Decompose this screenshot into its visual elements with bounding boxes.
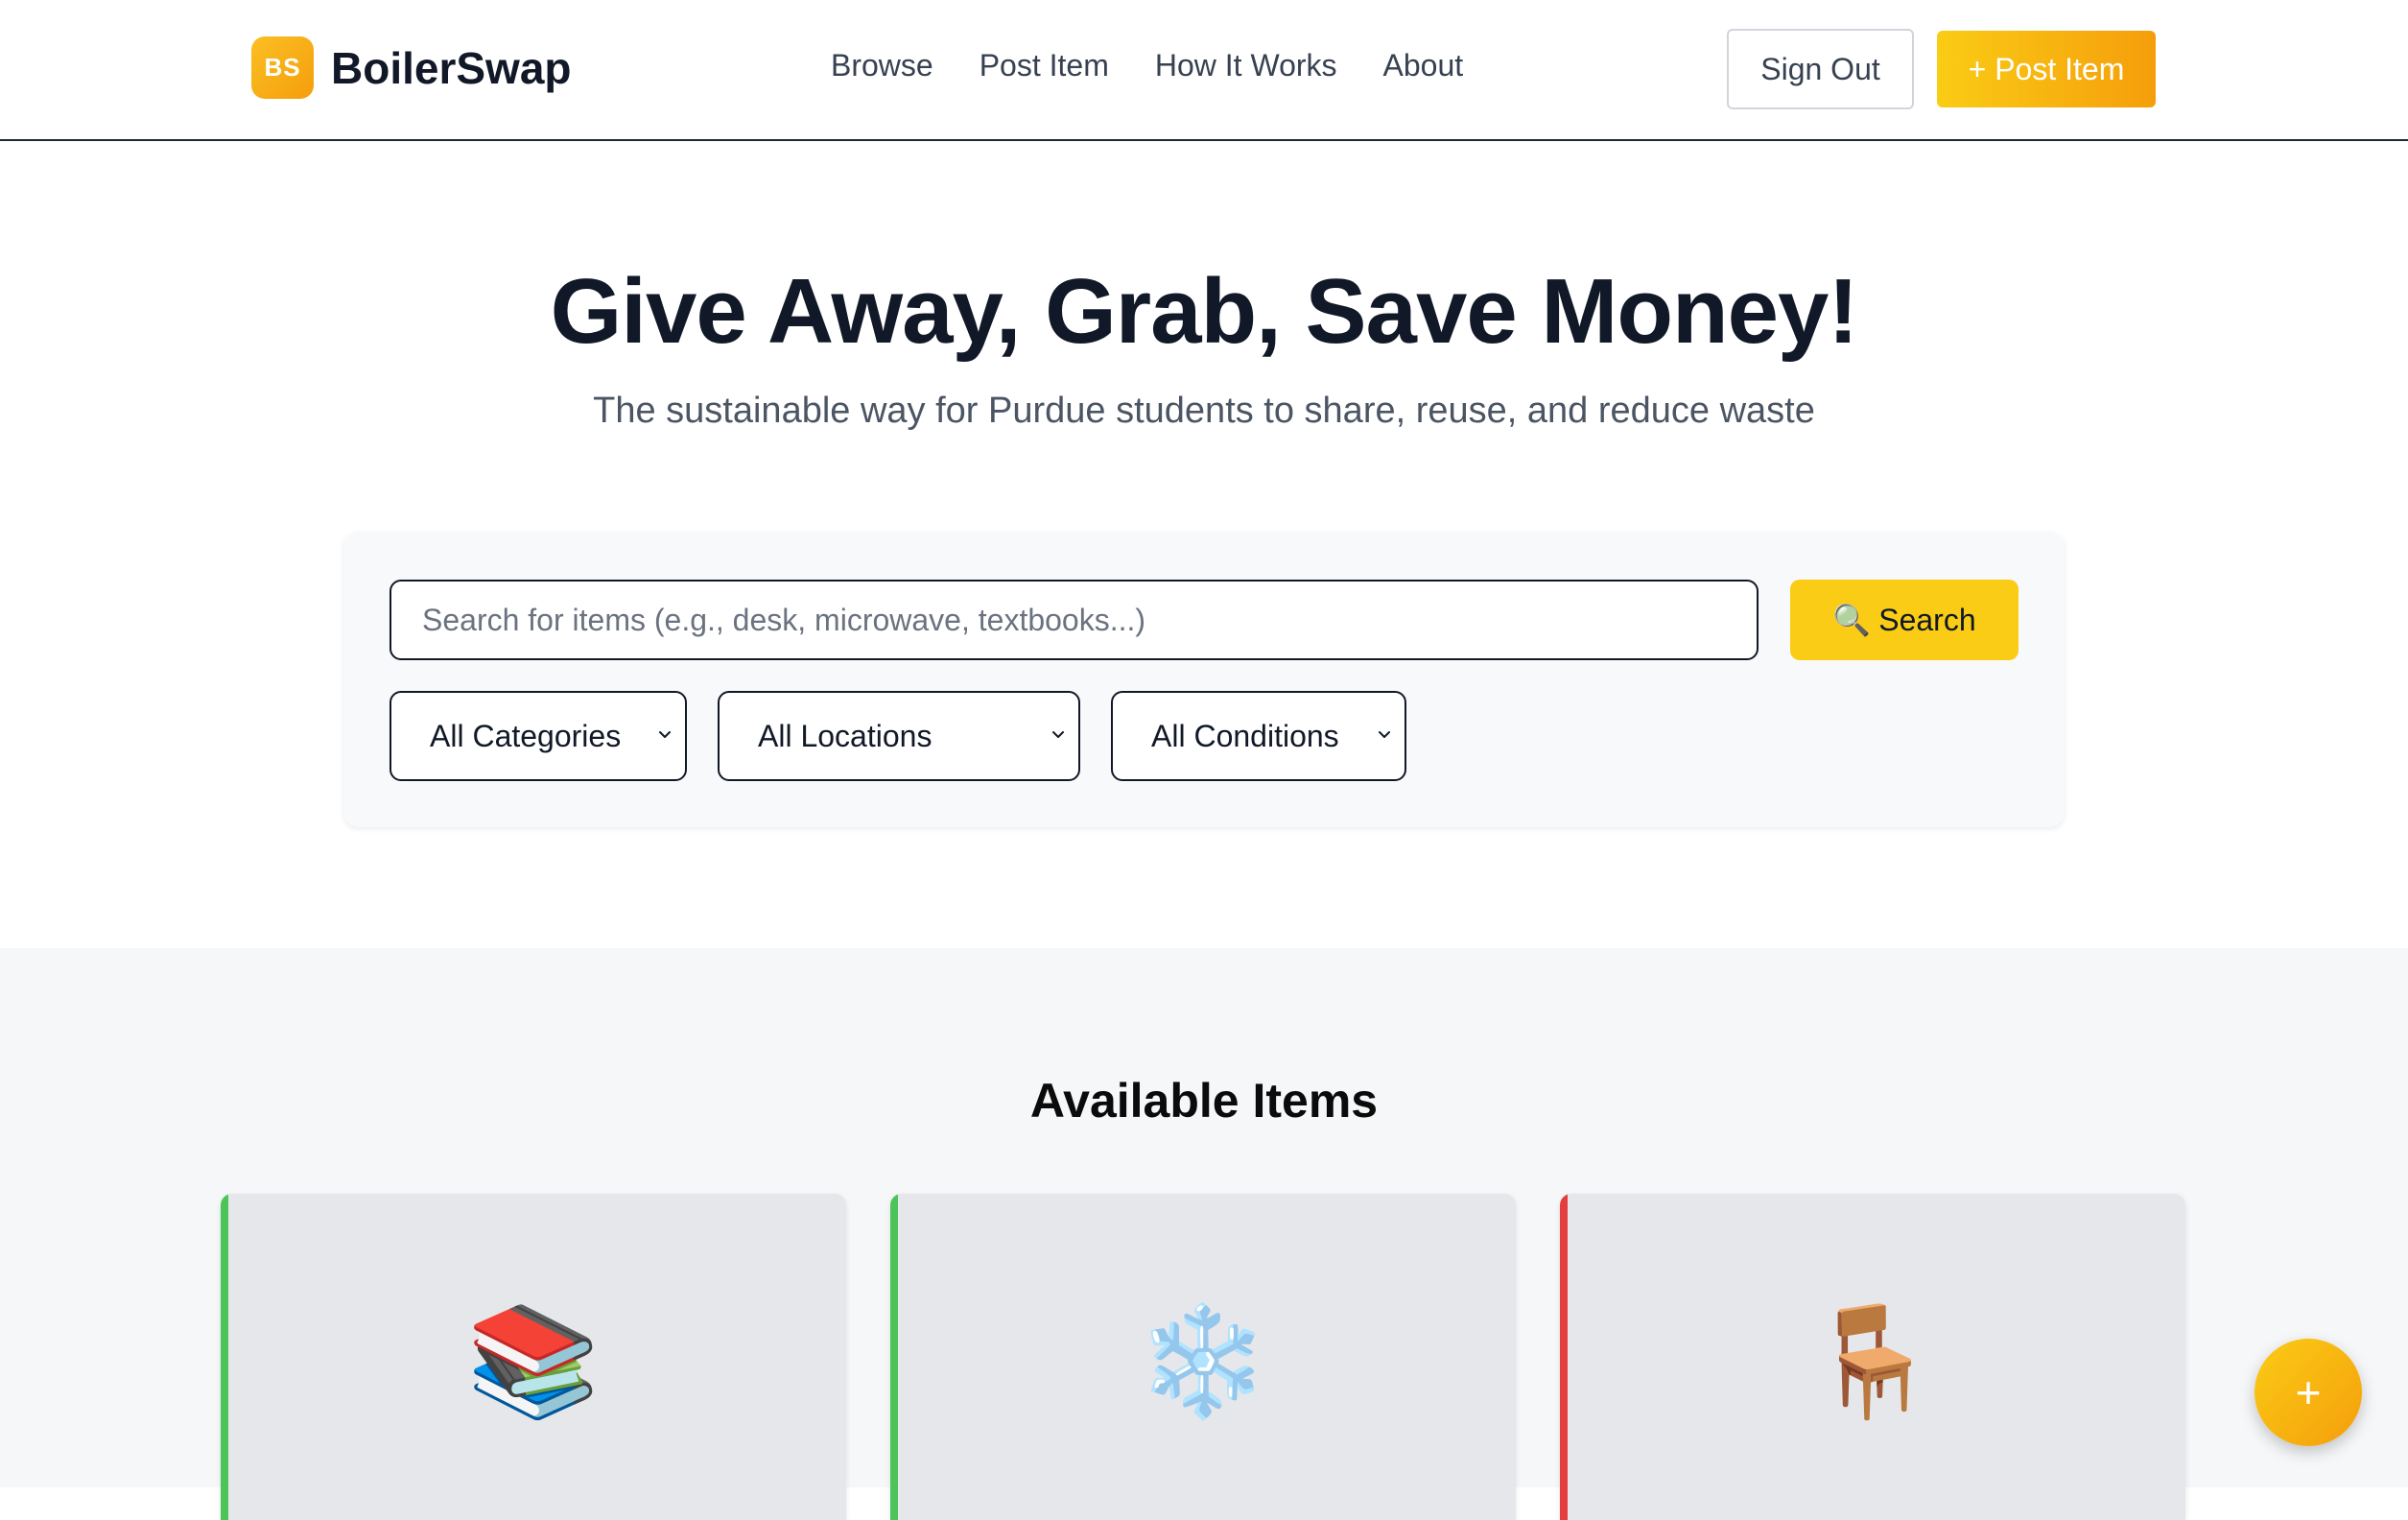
- category-select[interactable]: All Categories: [390, 691, 687, 781]
- search-button-label: Search: [1878, 602, 1976, 637]
- location-select[interactable]: All Locations: [718, 691, 1080, 781]
- nav-about[interactable]: About: [1383, 48, 1464, 83]
- search-button[interactable]: 🔍 Search: [1790, 580, 2018, 660]
- item-card[interactable]: 📚: [221, 1194, 846, 1520]
- nav-how-it-works[interactable]: How It Works: [1155, 48, 1337, 83]
- brand-logo[interactable]: BS BoilerSwap: [251, 36, 572, 99]
- item-image: ❄️: [890, 1194, 1516, 1520]
- snowflake-icon: ❄️: [1136, 1300, 1270, 1421]
- location-select-value: All Locations: [758, 718, 933, 753]
- nav-post-item[interactable]: Post Item: [980, 48, 1109, 83]
- sign-out-button[interactable]: Sign Out: [1727, 29, 1914, 109]
- chair-icon: 🪑: [1806, 1300, 1940, 1421]
- condition-select[interactable]: All Conditions: [1111, 691, 1406, 781]
- main-nav: Browse Post Item How It Works About: [831, 48, 1463, 83]
- search-icon: 🔍: [1832, 603, 1872, 637]
- chevron-down-icon: [659, 731, 671, 738]
- chevron-down-icon: [1052, 731, 1064, 738]
- post-item-button[interactable]: + Post Item: [1937, 31, 2156, 107]
- search-input[interactable]: [390, 580, 1759, 660]
- category-select-value: All Categories: [430, 718, 622, 753]
- available-items-section: Available Items 📚 ❄️ 🪑: [0, 948, 2408, 1520]
- nav-browse[interactable]: Browse: [831, 48, 933, 83]
- floating-add-button[interactable]: +: [2255, 1339, 2362, 1446]
- plus-icon: +: [2295, 1367, 2322, 1417]
- chevron-down-icon: [1379, 731, 1390, 738]
- site-header: BS BoilerSwap Browse Post Item How It Wo…: [0, 0, 2408, 141]
- condition-select-value: All Conditions: [1151, 718, 1339, 753]
- section-title: Available Items: [1029, 1074, 1379, 1128]
- search-panel: 🔍 Search All Categories All Locations Al…: [343, 532, 2065, 827]
- item-image: 📚: [221, 1194, 846, 1520]
- item-image: 🪑: [1560, 1194, 2185, 1520]
- brand-name: BoilerSwap: [331, 42, 572, 93]
- books-icon: 📚: [466, 1300, 601, 1421]
- item-card[interactable]: 🪑: [1560, 1194, 2185, 1520]
- hero-subtitle: The sustainable way for Purdue students …: [593, 391, 1815, 431]
- item-card[interactable]: ❄️: [890, 1194, 1516, 1520]
- logo-badge-icon: BS: [251, 36, 314, 99]
- hero-title: Give Away, Grab, Save Money!: [550, 260, 1859, 363]
